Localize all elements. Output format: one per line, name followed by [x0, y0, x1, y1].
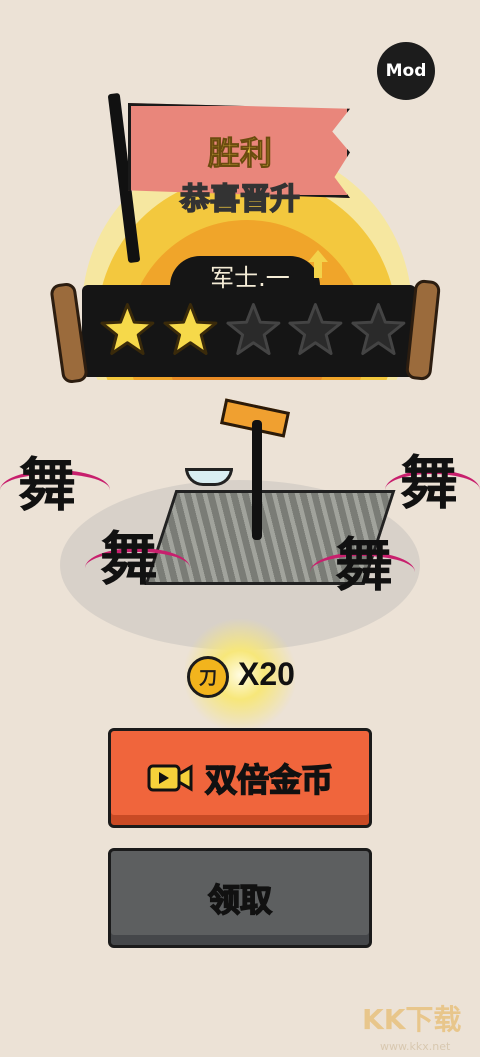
dancer-character: 舞	[18, 451, 77, 519]
dancer-character: 舞	[400, 449, 459, 517]
victory-title: 胜利	[207, 134, 272, 173]
video-camera-icon	[147, 764, 193, 792]
rank-label: 军士.一	[210, 264, 290, 292]
claim-label: 领取	[207, 880, 273, 920]
reward-count: X20	[238, 656, 295, 692]
star-filled-icon	[163, 303, 218, 355]
watermark-url: www.kkx.net	[380, 1040, 451, 1053]
double-coins-label: 双倍金币	[204, 760, 334, 800]
star-empty-icon	[351, 303, 406, 355]
watermark-logo: KK下载	[362, 1003, 462, 1036]
star-rating	[98, 300, 408, 364]
pole-figure	[252, 420, 262, 540]
coin-glyph: 刀	[199, 668, 217, 689]
star-filled-icon	[100, 303, 155, 355]
coin-icon: 刀	[187, 656, 229, 698]
double-coins-button[interactable]: 双倍金币	[108, 728, 372, 828]
arrow-up-icon	[308, 250, 328, 278]
claim-button[interactable]: 领取	[108, 848, 372, 948]
dancer-character: 舞	[335, 531, 394, 599]
promotion-subtitle: 恭喜晋升	[179, 181, 301, 218]
star-empty-icon	[288, 303, 343, 355]
star-empty-icon	[226, 303, 280, 355]
mod-badge[interactable]: Mod	[377, 42, 435, 100]
dancer-character: 舞	[100, 525, 159, 593]
